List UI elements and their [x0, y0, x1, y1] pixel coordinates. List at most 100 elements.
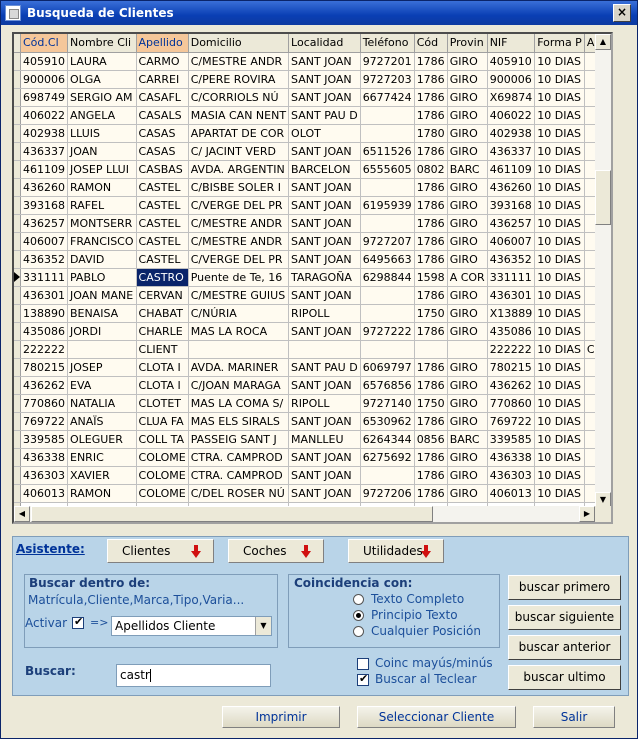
table-cell[interactable]: GIRO	[447, 232, 488, 251]
table-row[interactable]: 406007 FRANCISCO CASTEL C/MESTRE ANDR SANT J…	[14, 232, 611, 251]
table-cell[interactable]: GIRO	[447, 52, 488, 71]
table-cell[interactable]: 1780	[414, 124, 448, 143]
table-row[interactable]: 339585 OLEGUER COLL TA PASSEIG SANT J MANLLE…	[14, 430, 611, 449]
table-cell[interactable]: 1786	[414, 70, 448, 89]
table-cell[interactable]: RIPOLL	[288, 304, 361, 323]
table-row[interactable]: 435086 JORDI CHARLE MAS LA ROCA SANT JOAN 972…	[14, 322, 611, 341]
table-cell[interactable]: OLGA	[67, 70, 137, 89]
table-cell[interactable]: COLOME	[136, 484, 189, 503]
table-cell[interactable]: SANT JOAN	[288, 142, 361, 161]
table-cell[interactable]: 10 DIAS	[534, 214, 585, 233]
table-cell[interactable]: CASTRO	[136, 268, 189, 287]
table-cell[interactable]: CASAS	[136, 142, 189, 161]
table-cell[interactable]: 6069797	[360, 358, 415, 377]
table-cell[interactable]: COLL TA	[136, 430, 189, 449]
table-cell[interactable]: CASAFL	[136, 88, 189, 107]
find-previous-button[interactable]: buscar anterior	[508, 635, 621, 660]
table-cell[interactable]: 10 DIAS	[534, 394, 585, 413]
table-cell[interactable]: 406022	[20, 106, 68, 125]
table-cell[interactable]: 1786	[414, 286, 448, 305]
table-cell[interactable]: 10 DIAS	[534, 340, 585, 359]
table-cell[interactable]: 10 DIAS	[534, 70, 585, 89]
table-cell[interactable]: CHARLE	[136, 322, 189, 341]
table-cell[interactable]: 10 DIAS	[534, 286, 585, 305]
table-cell[interactable]: RAMON	[67, 484, 137, 503]
exit-button[interactable]: Salir	[533, 706, 615, 728]
table-cell[interactable]: 10 DIAS	[534, 124, 585, 143]
table-cell[interactable]: 436303	[20, 466, 68, 485]
table-cell[interactable]: 436338	[20, 448, 68, 467]
table-cell[interactable]: 436260	[487, 178, 536, 197]
table-cell[interactable]: 461109	[20, 160, 68, 179]
table-cell[interactable]: 1786	[414, 412, 448, 431]
match-full-radio[interactable]	[353, 594, 364, 605]
table-cell[interactable]: SANT JOAN	[288, 232, 361, 251]
table-cell[interactable]: GIRO	[447, 286, 488, 305]
table-cell[interactable]: X69874	[487, 88, 536, 107]
table-cell[interactable]: COLOME	[136, 448, 189, 467]
table-cell[interactable]: C/PERE ROVIRA	[188, 70, 290, 89]
table-cell[interactable]: JOAN	[67, 142, 137, 161]
table-cell[interactable]: 436301	[20, 286, 68, 305]
table-cell[interactable]: MAS LA COMA S/	[188, 394, 290, 413]
table-cell[interactable]: 222222	[20, 340, 68, 359]
table-cell[interactable]: MAS ELS SIRALS	[188, 412, 290, 431]
table-cell[interactable]: SANT JOAN	[288, 376, 361, 395]
table-cell[interactable]: BENAISA	[67, 304, 137, 323]
table-cell[interactable]: 1786	[414, 484, 448, 503]
table-cell[interactable]	[360, 178, 415, 197]
column-header[interactable]: Provin	[447, 34, 488, 53]
table-row[interactable]: 393168 RAFEL CASTEL C/VERGE DEL PR SANT JOAN…	[14, 196, 611, 215]
table-cell[interactable]: 402938	[20, 124, 68, 143]
table-cell[interactable]	[360, 124, 415, 143]
table-cell[interactable]: SANT JOAN	[288, 178, 361, 197]
table-cell[interactable]: CLOTA I	[136, 358, 189, 377]
table-cell[interactable]: 1598	[414, 268, 448, 287]
table-cell[interactable]: C/VERGE DEL PR	[188, 250, 290, 269]
table-cell[interactable]: EVA	[67, 376, 137, 395]
table-cell[interactable]: 1786	[414, 178, 448, 197]
table-cell[interactable]: GIRO	[447, 142, 488, 161]
table-cell[interactable]: GIRO	[447, 412, 488, 431]
table-cell[interactable]: PASSEIG SANT J	[188, 430, 290, 449]
table-cell[interactable]: OLOT	[288, 124, 361, 143]
column-header[interactable]: NIF	[487, 34, 536, 53]
table-cell[interactable]: 406013	[20, 484, 68, 503]
case-sensitive-checkbox[interactable]	[357, 658, 369, 670]
table-row[interactable]: 461109 JOSEP LLUI CASBAS AVDA. ARGENTIN BARC…	[14, 160, 611, 179]
table-cell[interactable]: 9727140	[360, 394, 415, 413]
table-cell[interactable]: CHABAT	[136, 304, 189, 323]
column-header[interactable]: Localidad	[288, 34, 361, 53]
table-cell[interactable]: 435086	[20, 322, 68, 341]
table-cell[interactable]: 10 DIAS	[534, 106, 585, 125]
table-cell[interactable]: GIRO	[447, 124, 488, 143]
table-cell[interactable]: JOSEP LLUI	[67, 160, 137, 179]
table-cell[interactable]: 10 DIAS	[534, 142, 585, 161]
scroll-right-button[interactable]: ▶	[579, 506, 595, 522]
table-cell[interactable]: 436352	[20, 250, 68, 269]
print-button[interactable]: Imprimir	[222, 706, 340, 728]
table-cell[interactable]: RAFEL	[67, 196, 137, 215]
table-row[interactable]: 331111 PABLO CASTRO Puente de Te, 16 TARAGOÑ…	[14, 268, 611, 287]
table-row[interactable]: 406013 RAMON COLOME C/DEL ROSER NÚ SANT JOAN…	[14, 484, 611, 503]
table-cell[interactable]: 10 DIAS	[534, 196, 585, 215]
table-cell[interactable]: CARREI	[136, 70, 189, 89]
table-cell[interactable]: 6576856	[360, 376, 415, 395]
table-cell[interactable]: GIRO	[447, 466, 488, 485]
table-cell[interactable]: 1786	[414, 214, 448, 233]
table-cell[interactable]: C/MESTRE ANDR	[188, 214, 290, 233]
table-cell[interactable]: BARCELON	[288, 160, 361, 179]
table-cell[interactable]: MASIA CAN NENT	[188, 106, 290, 125]
column-header[interactable]: Forma P	[534, 34, 585, 53]
table-cell[interactable]: 1786	[414, 466, 448, 485]
table-cell[interactable]: GIRO	[447, 214, 488, 233]
table-cell[interactable]: RAMON	[67, 178, 137, 197]
table-row[interactable]: 769722 ANAÏS CLUA FA MAS ELS SIRALS SANT JOA…	[14, 412, 611, 431]
table-cell[interactable]: 10 DIAS	[534, 448, 585, 467]
table-cell[interactable]: 9727201	[360, 52, 415, 71]
table-row[interactable]: 698749 SERGIO AM CASAFL C/CORRIOLS NÚ SANT J…	[14, 88, 611, 107]
table-cell[interactable]: CASTEL	[136, 232, 189, 251]
table-cell[interactable]: 1786	[414, 196, 448, 215]
table-cell[interactable]: 769722	[487, 412, 536, 431]
table-cell[interactable]	[447, 340, 488, 359]
